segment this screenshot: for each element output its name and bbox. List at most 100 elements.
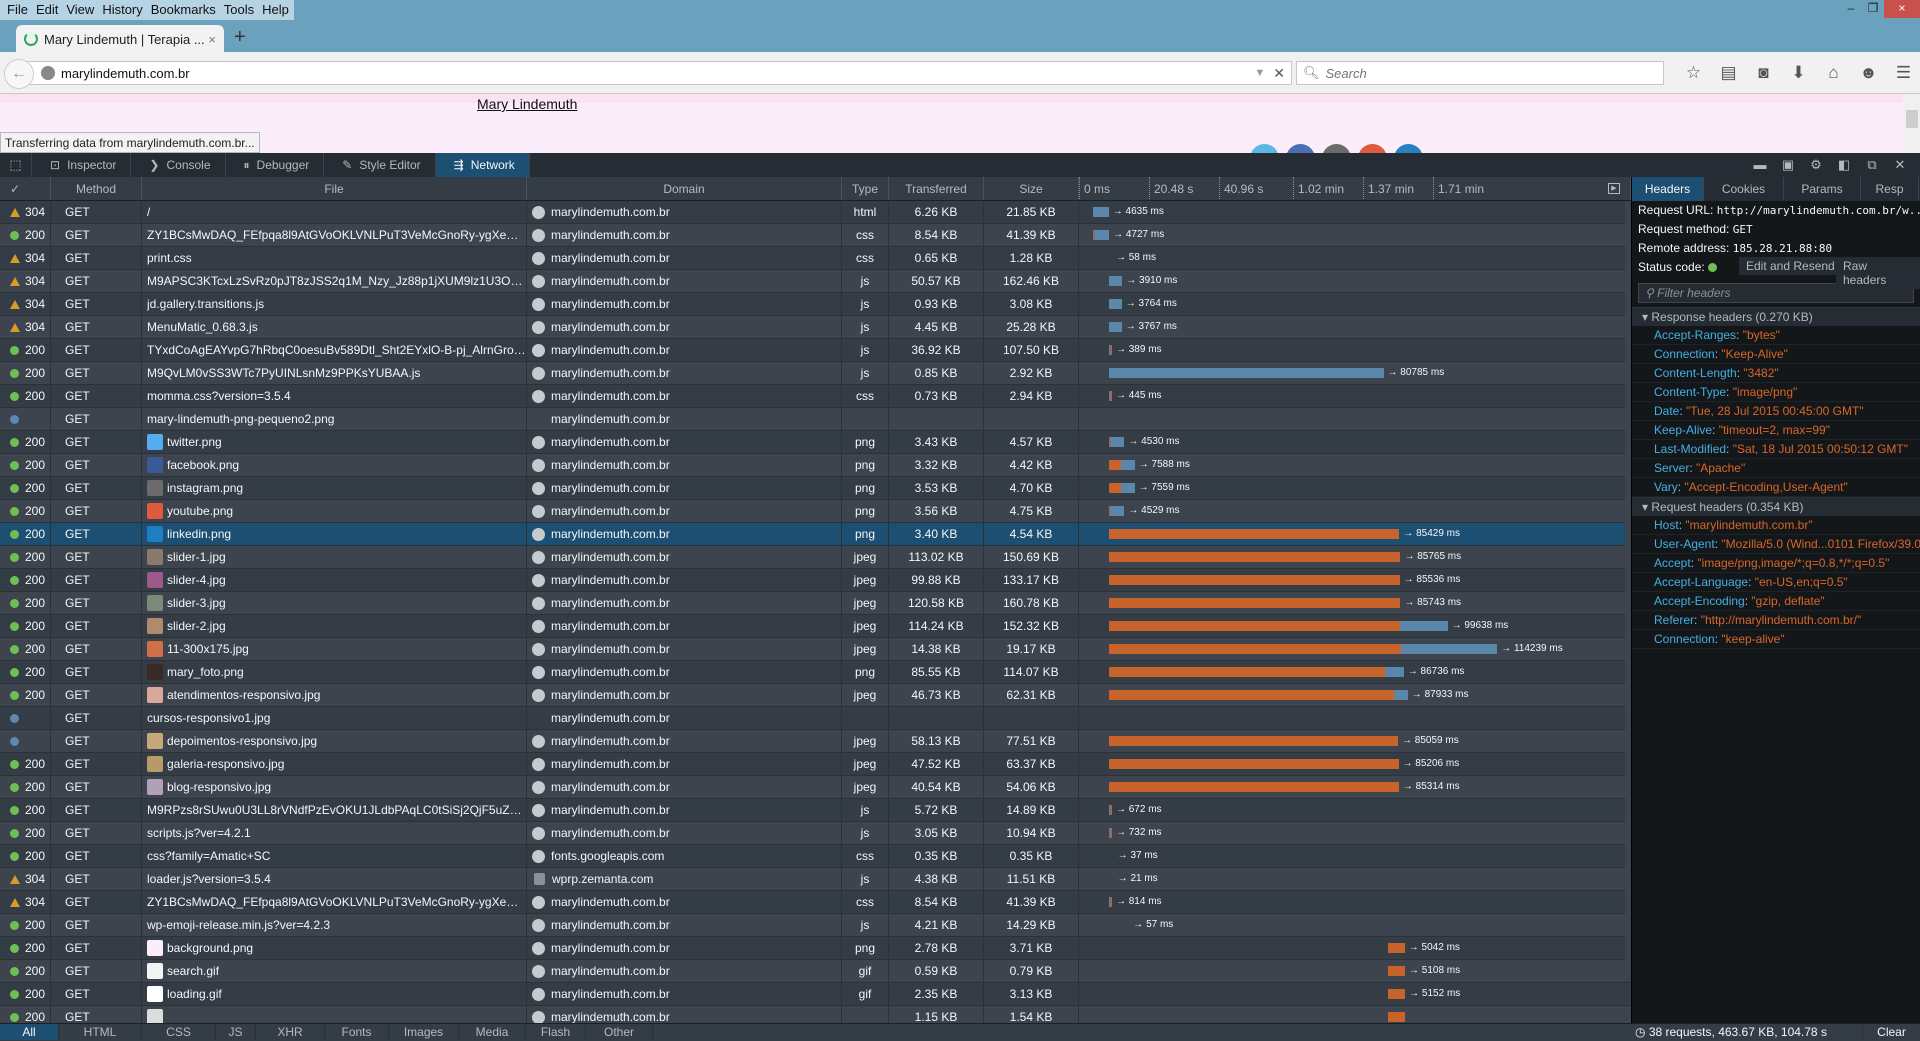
- filter-all[interactable]: All: [0, 1024, 59, 1040]
- raw-headers-button[interactable]: Raw headers: [1836, 257, 1920, 289]
- settings-gear-icon[interactable]: ⚙: [1802, 153, 1830, 177]
- request-row[interactable]: 200 GET slider-1.jpg marylindemuth.com.br jp…: [0, 546, 1631, 569]
- menu-file[interactable]: File: [4, 0, 33, 20]
- tab-style-editor[interactable]: ✎ Style Editor: [324, 153, 436, 177]
- menu-bookmarks[interactable]: Bookmarks: [148, 0, 221, 20]
- request-row[interactable]: 200 GET css?family=Amatic+SC fonts.googleap…: [0, 845, 1631, 868]
- request-row[interactable]: 200 GET wp-emoji-release.min.js?ver=4.2.3 m…: [0, 914, 1631, 937]
- request-row[interactable]: 200 GET slider-3.jpg marylindemuth.com.br jp…: [0, 592, 1631, 615]
- close-devtools-icon[interactable]: ✕: [1886, 153, 1914, 177]
- col-transferred[interactable]: Transferred: [889, 177, 984, 200]
- col-domain[interactable]: Domain: [527, 177, 842, 200]
- request-row[interactable]: 200 GET atendimentos-responsivo.jpg marylin…: [0, 684, 1631, 707]
- header-row[interactable]: Last-Modified: "Sat, 18 Jul 2015 00:50:1…: [1632, 440, 1920, 459]
- filter-js[interactable]: JS: [216, 1024, 256, 1040]
- request-row[interactable]: 304 GET MenuMatic_0.68.3.js marylindemuth.c…: [0, 316, 1631, 339]
- header-row[interactable]: Accept-Ranges: "bytes": [1632, 326, 1920, 345]
- request-row[interactable]: 200 GET instagram.png marylindemuth.com.br p…: [0, 477, 1631, 500]
- header-row[interactable]: Keep-Alive: "timeout=2, max=99": [1632, 421, 1920, 440]
- details-tab-params[interactable]: Params: [1784, 177, 1861, 201]
- url-history-dropdown-icon[interactable]: ▼: [1254, 67, 1265, 79]
- new-tab-button[interactable]: +: [234, 26, 246, 49]
- window-close-button[interactable]: ×: [1884, 0, 1920, 18]
- undock-window-icon[interactable]: ⧉: [1858, 153, 1886, 177]
- filter-images[interactable]: Images: [389, 1024, 459, 1040]
- menu-tools[interactable]: Tools: [221, 0, 259, 20]
- filter-media[interactable]: Media: [459, 1024, 526, 1040]
- download-icon[interactable]: ⬇: [1781, 63, 1816, 83]
- filter-xhr[interactable]: XHR: [256, 1024, 325, 1040]
- filter-html[interactable]: HTML: [59, 1024, 142, 1040]
- header-row[interactable]: Content-Type: "image/png": [1632, 383, 1920, 402]
- request-row[interactable]: 200 GET TYxdCoAgEAYvpG7hRbqC0oesuBv589Dtl_…: [0, 339, 1631, 362]
- filter-fonts[interactable]: Fonts: [325, 1024, 389, 1040]
- header-row[interactable]: Connection: "keep-alive": [1632, 630, 1920, 649]
- menu-history[interactable]: History: [99, 0, 147, 20]
- tab-console[interactable]: ❯ Console: [131, 153, 226, 177]
- back-button[interactable]: ←: [4, 59, 34, 89]
- filter-flash[interactable]: Flash: [526, 1024, 586, 1040]
- url-bar[interactable]: marylindemuth.com.br ▼ ✕: [26, 61, 1292, 85]
- pocket-icon[interactable]: ◙: [1746, 63, 1781, 83]
- request-row[interactable]: 304 GET jd.gallery.transitions.js marylinde…: [0, 293, 1631, 316]
- col-waterfall[interactable]: ▶ 0 ms 20.48 s 40.96 s 1.02 min 1.37 min 1.71…: [1079, 177, 1631, 200]
- search-input[interactable]: [1325, 65, 1646, 81]
- request-row[interactable]: 200 GET slider-2.jpg marylindemuth.com.br jp…: [0, 615, 1631, 638]
- bookmark-star-icon[interactable]: ☆: [1676, 63, 1711, 83]
- header-row[interactable]: Content-Length: "3482": [1632, 364, 1920, 383]
- request-row[interactable]: 200 GET blog-responsivo.jpg marylindemuth.c…: [0, 776, 1631, 799]
- request-row[interactable]: GET cursos-responsivo1.jpg marylindemuth.c…: [0, 707, 1631, 730]
- request-row[interactable]: 200 GET slider-4.jpg marylindemuth.com.br jp…: [0, 569, 1631, 592]
- requests-summary[interactable]: ◷ 38 requests, 463.67 KB, 104.78 s: [1631, 1024, 1862, 1040]
- search-bar[interactable]: 🔍︎: [1296, 61, 1664, 85]
- request-row[interactable]: 304 GET print.css marylindemuth.com.br css 0.…: [0, 247, 1631, 270]
- request-row[interactable]: 200 GET momma.css?version=3.5.4 marylindemu…: [0, 385, 1631, 408]
- page-scrollbar-thumb[interactable]: [1906, 110, 1918, 128]
- col-status[interactable]: ✓: [0, 177, 51, 200]
- request-row[interactable]: 200 GET twitter.png marylindemuth.com.br png…: [0, 431, 1631, 454]
- header-row[interactable]: Connection: "Keep-Alive": [1632, 345, 1920, 364]
- col-size[interactable]: Size: [984, 177, 1079, 200]
- url-text[interactable]: marylindemuth.com.br: [61, 66, 1254, 81]
- header-row[interactable]: Server: "Apache": [1632, 459, 1920, 478]
- hello-icon[interactable]: ☻: [1851, 63, 1886, 83]
- tab-close-icon[interactable]: ×: [208, 32, 216, 47]
- col-method[interactable]: Method: [51, 177, 142, 200]
- request-row[interactable]: 200 GET M9QvLM0vSS3WTc7PyUINLsnMz9PPKsYUBA…: [0, 362, 1631, 385]
- header-row[interactable]: Host: "marylindemuth.com.br": [1632, 516, 1920, 535]
- header-row[interactable]: Vary: "Accept-Encoding,User-Agent": [1632, 478, 1920, 497]
- request-row[interactable]: 200 GET mary_foto.png marylindemuth.com.br p…: [0, 661, 1631, 684]
- stop-loading-icon[interactable]: ✕: [1273, 65, 1285, 82]
- request-row[interactable]: GET mary-lindemuth-png-pequeno2.png maryli…: [0, 408, 1631, 431]
- tab-debugger[interactable]: ⏸ Debugger: [226, 153, 325, 177]
- request-row[interactable]: 200 GET search.gif marylindemuth.com.br gif 0…: [0, 960, 1631, 983]
- header-row[interactable]: User-Agent: "Mozilla/5.0 (Wind...0101 Fi…: [1632, 535, 1920, 554]
- toggle-sidebar-icon[interactable]: ▶: [1608, 183, 1620, 194]
- response-headers-section[interactable]: ▾ Response headers (0.270 KB): [1632, 307, 1920, 326]
- request-row[interactable]: 200 GET scripts.js?ver=4.2.1 marylindemuth.…: [0, 822, 1631, 845]
- request-row[interactable]: 200 GET linkedin.png marylindemuth.com.br pn…: [0, 523, 1631, 546]
- minimize-button[interactable]: –: [1840, 0, 1862, 18]
- tab-network[interactable]: ⇶ Network: [435, 153, 530, 177]
- request-row[interactable]: 200 GET background.png marylindemuth.com.br…: [0, 937, 1631, 960]
- request-row[interactable]: GET depoimentos-responsivo.jpg marylindemu…: [0, 730, 1631, 753]
- header-row[interactable]: Referer: "http://marylindemuth.com.br/": [1632, 611, 1920, 630]
- split-console-icon[interactable]: ▬: [1746, 153, 1774, 177]
- request-row[interactable]: 200 GET loading.gif marylindemuth.com.br gif…: [0, 983, 1631, 1006]
- dock-side-icon[interactable]: ◧: [1830, 153, 1858, 177]
- request-row[interactable]: 304 GET ZY1BCsMwDAQ_FEfpqa8l9AtGVoOKLVNLPu…: [0, 891, 1631, 914]
- col-file[interactable]: File: [142, 177, 527, 200]
- browser-tab[interactable]: Mary Lindemuth | Terapia ... ×: [16, 25, 224, 53]
- request-row[interactable]: 304 GET / marylindemuth.com.br html 6.26 KB 21…: [0, 201, 1631, 224]
- request-row[interactable]: 200 GET facebook.png marylindemuth.com.br pn…: [0, 454, 1631, 477]
- request-row[interactable]: 200 GET youtube.png marylindemuth.com.br png…: [0, 500, 1631, 523]
- menu-view[interactable]: View: [63, 0, 99, 20]
- site-title-link[interactable]: Mary Lindemuth: [477, 96, 577, 112]
- edit-and-resend-button[interactable]: Edit and Resend: [1739, 257, 1842, 275]
- menu-icon[interactable]: ☰: [1886, 63, 1920, 83]
- header-row[interactable]: Accept: "image/png,image/*;q=0.8,*/*;q=0…: [1632, 554, 1920, 573]
- request-row[interactable]: 200 GET ZY1BCsMwDAQ_FEfpqa8l9AtGVoOKLVNLPu…: [0, 224, 1631, 247]
- responsive-mode-icon[interactable]: ▣: [1774, 153, 1802, 177]
- home-icon[interactable]: ⌂: [1816, 63, 1851, 83]
- restore-button[interactable]: ❐: [1862, 0, 1884, 18]
